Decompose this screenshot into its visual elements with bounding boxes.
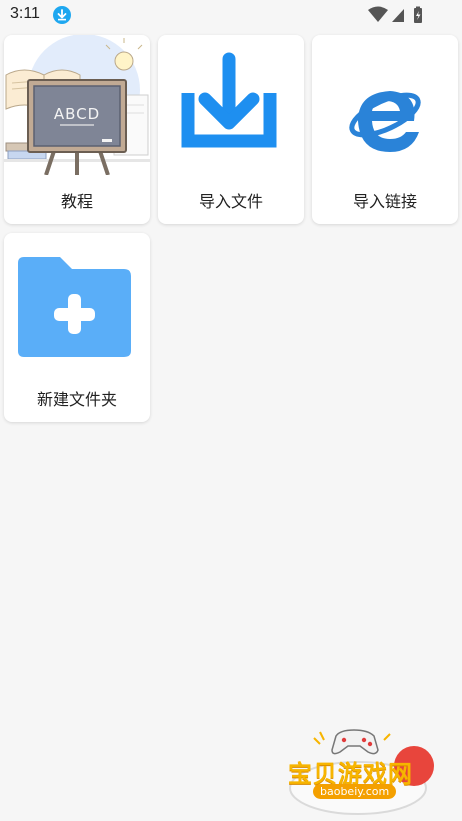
card-label: 导入文件 — [198, 192, 263, 211]
internet-explorer-icon — [312, 35, 458, 175]
gamepad-icon — [331, 729, 379, 755]
watermark-url: baobeiy.com — [313, 784, 397, 799]
card-label: 新建文件夹 — [36, 390, 117, 409]
card-new-folder[interactable]: 新建文件夹 — [4, 233, 150, 422]
card-import-file[interactable]: 导入文件 — [158, 35, 304, 224]
battery-icon — [414, 6, 422, 23]
download-notification-icon — [53, 6, 71, 24]
status-time: 3:11 — [10, 5, 40, 22]
card-tutorial[interactable]: ABCD 教程 — [4, 35, 150, 224]
wifi-icon — [368, 6, 388, 22]
signal-icon — [392, 9, 404, 22]
new-folder-icon — [4, 233, 150, 373]
card-label: 教程 — [60, 192, 93, 211]
import-file-icon — [158, 35, 304, 175]
card-import-link[interactable]: 导入链接 — [312, 35, 458, 224]
blackboard-text: ABCD — [54, 105, 100, 123]
watermark-logo: 宝贝游戏网 baobeiy.com — [280, 722, 440, 818]
tutorial-blackboard-icon: ABCD — [4, 35, 150, 176]
card-label: 导入链接 — [352, 192, 417, 211]
status-icons — [368, 6, 428, 28]
status-bar: 3:11 — [0, 0, 462, 30]
